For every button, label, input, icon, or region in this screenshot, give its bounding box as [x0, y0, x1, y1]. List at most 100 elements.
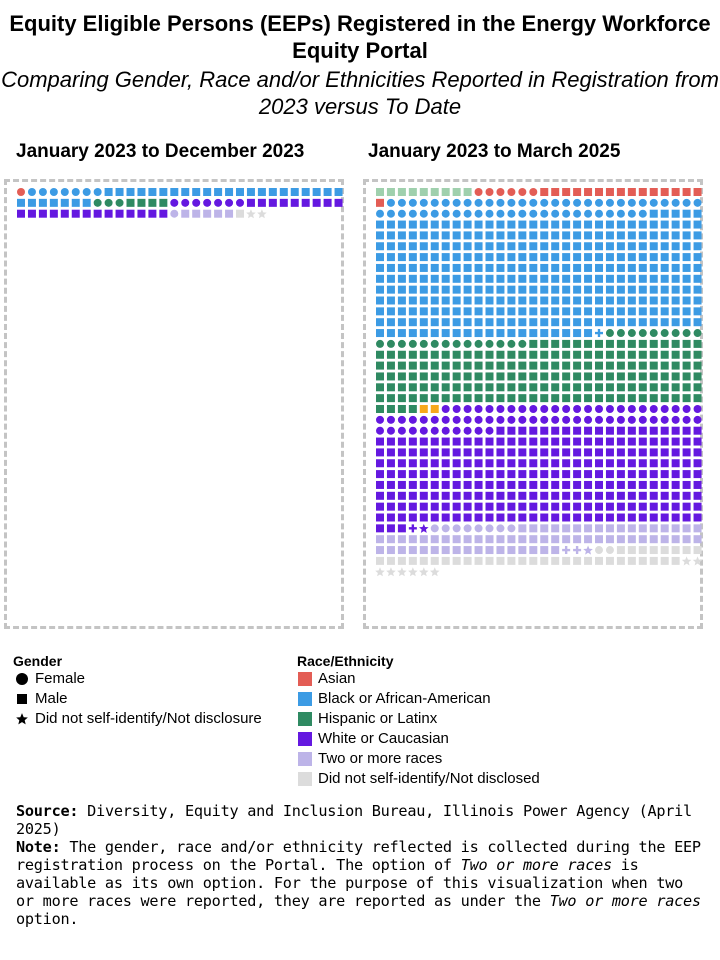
waffle-mark-black-or-african-american-square — [671, 263, 680, 272]
star-icon — [14, 711, 30, 727]
waffle-mark-white-or-caucasian-square — [496, 437, 505, 446]
waffle-mark-two-or-more-races-square — [203, 209, 212, 218]
waffle-mark-white-or-caucasian-square — [627, 480, 636, 489]
waffle-mark-black-or-african-american-square — [595, 231, 603, 240]
waffle-mark-white-or-caucasian-square — [49, 209, 58, 218]
waffle-mark-white-or-caucasian-square — [485, 470, 494, 479]
waffle-mark-white-or-caucasian-square — [595, 513, 603, 522]
waffle-mark-white-or-caucasian-circle — [529, 405, 538, 413]
waffle-mark-black-or-african-american-square — [693, 285, 702, 294]
waffle-mark-white-or-caucasian-square — [419, 491, 428, 500]
waffle-mark-black-or-african-american-square — [496, 274, 505, 283]
waffle-mark-black-or-african-american-square — [397, 329, 406, 338]
waffle-mark-black-or-african-american-square — [507, 274, 516, 283]
waffle-mark-white-or-caucasian-square — [551, 513, 560, 522]
waffle-mark-black-or-african-american-square — [507, 285, 516, 294]
waffle-mark-white-or-caucasian-square — [386, 448, 395, 457]
waffle-mark-white-or-caucasian-square — [452, 502, 461, 511]
waffle-mark-hispanic-or-latinx-square — [638, 361, 647, 370]
waffle-mark-black-or-african-american-square — [452, 220, 461, 229]
waffle-mark-asian-square — [649, 188, 658, 196]
waffle-mark-white-or-caucasian-square — [463, 470, 472, 479]
waffle-mark-hispanic-or-latinx-square — [386, 350, 395, 359]
waffle-mark-white-or-caucasian-square — [649, 480, 658, 489]
waffle-mark-white-or-caucasian-square — [376, 437, 384, 446]
waffle-mark-white-or-caucasian-square — [671, 470, 680, 479]
waffle-mark-black-or-african-american-square — [496, 285, 505, 294]
waffle-mark-hispanic-or-latinx-square — [386, 383, 395, 392]
waffle-mark-white-or-caucasian-square — [660, 480, 669, 489]
waffle-mark-two-or-more-races-square — [693, 524, 702, 533]
waffle-mark-white-or-caucasian-circle — [463, 405, 472, 413]
waffle-mark-did-not-self-identify-not-disclosed-square — [529, 556, 538, 565]
waffle-mark-white-or-caucasian-square — [463, 480, 472, 489]
note-text: option. — [16, 910, 79, 928]
waffle-mark-two-or-more-races-square — [181, 209, 190, 218]
waffle-mark-did-not-self-identify-not-disclosed-star — [429, 567, 440, 577]
waffle-mark-white-or-caucasian-square — [452, 470, 461, 479]
waffle-mark-hispanic-or-latinx-square — [551, 394, 560, 403]
waffle-mark-black-or-african-american-circle — [419, 198, 428, 207]
waffle-mark-black-or-african-american-square — [693, 253, 702, 262]
chart-subtitle: Comparing Gender, Race and/or Ethnicitie… — [1, 67, 719, 119]
waffle-mark-white-or-caucasian-square — [627, 426, 636, 435]
waffle-mark-two-or-more-races-square — [627, 524, 636, 533]
waffle-mark-black-or-african-american-square — [312, 188, 321, 196]
waffle-mark-hispanic-or-latinx-square — [529, 394, 538, 403]
waffle-mark-white-or-caucasian-square — [562, 480, 571, 489]
waffle-mark-hispanic-or-latinx-circle — [386, 339, 395, 348]
waffle-mark-did-not-self-identify-not-disclosed-square — [518, 556, 527, 565]
waffle-mark-white-or-caucasian-circle — [386, 426, 395, 435]
waffle-mark-white-or-caucasian-circle — [660, 405, 669, 413]
waffle-mark-black-or-african-american-square — [671, 242, 680, 251]
waffle-mark-black-or-african-american-circle — [38, 188, 47, 196]
waffle-mark-white-or-caucasian-square — [430, 480, 439, 489]
waffle-mark-two-or-more-races-square — [496, 546, 505, 555]
waffle-mark-white-or-caucasian-square — [485, 437, 494, 446]
waffle-mark-black-or-african-american-square — [627, 296, 636, 305]
waffle-mark-white-or-caucasian-square — [474, 480, 483, 489]
waffle-mark-black-or-african-american-square — [671, 285, 680, 294]
waffle-mark-hispanic-or-latinx-square — [638, 394, 647, 403]
waffle-mark-black-or-african-american-square — [430, 318, 439, 327]
waffle-mark-white-or-caucasian-square — [551, 502, 560, 511]
waffle-mark-white-or-caucasian-square — [323, 198, 332, 207]
waffle-mark-white-or-caucasian-square — [627, 502, 636, 511]
waffle-mark-hispanic-or-latinx-circle — [507, 339, 516, 348]
waffle-mark-asian-square — [682, 188, 691, 196]
waffle-mark-did-not-self-identify-not-disclosed-square — [441, 556, 450, 565]
waffle-mark-white-or-caucasian-square — [562, 437, 571, 446]
waffle-mark-white-or-caucasian-square — [386, 459, 395, 468]
waffle-mark-black-or-african-american-square — [649, 209, 658, 218]
waffle-mark-hispanic-or-latinx-circle — [452, 339, 461, 348]
waffle-mark-white-or-caucasian-square — [419, 459, 428, 468]
waffle-mark-hispanic-or-latinx-square — [496, 350, 505, 359]
waffle-mark-did-not-self-identify-not-disclosed-square — [660, 556, 669, 565]
waffle-mark-two-or-more-races-square — [485, 535, 494, 544]
waffle-mark-black-or-african-american-square — [671, 231, 680, 240]
waffle-mark-black-or-african-american-square — [419, 329, 428, 338]
waffle-mark-did-not-self-identify-not-disclosed-square — [682, 546, 691, 555]
waffle-mark-hispanic-or-latinx-square — [430, 383, 439, 392]
waffle-mark-hispanic-or-latinx-square — [649, 372, 658, 381]
waffle-mark-two-or-more-races-circle — [452, 524, 461, 533]
waffle-mark-black-or-african-american-circle — [605, 209, 614, 218]
waffle-mark-white-or-caucasian-square — [38, 209, 47, 218]
waffle-mark-did-not-self-identify-not-disclosed-circle — [605, 546, 614, 555]
waffle-mark-black-or-african-american-square — [419, 296, 428, 305]
waffle-mark-hispanic-or-latinx-square — [518, 394, 527, 403]
legend-label: Female — [35, 670, 86, 687]
waffle-mark-black-or-african-american-square — [463, 274, 472, 283]
waffle-mark-white-or-caucasian-circle — [573, 415, 582, 424]
waffle-mark-two-or-more-races-square — [573, 535, 582, 544]
waffle-mark-black-or-african-american-square — [463, 220, 472, 229]
waffle-mark-hispanic-or-latinx-circle — [397, 339, 406, 348]
waffle-mark-black-or-african-american-square — [584, 274, 593, 283]
waffle-mark-black-or-african-american-square — [430, 220, 439, 229]
waffle-mark-black-or-african-american-square — [214, 188, 223, 196]
waffle-mark-black-or-african-american-circle — [463, 209, 472, 218]
waffle-mark-white-or-caucasian-square — [452, 448, 461, 457]
waffle-mark-white-or-caucasian-circle — [616, 405, 625, 413]
waffle-mark-black-or-african-american-square — [584, 296, 593, 305]
waffle-mark-white-or-caucasian-circle — [540, 405, 549, 413]
